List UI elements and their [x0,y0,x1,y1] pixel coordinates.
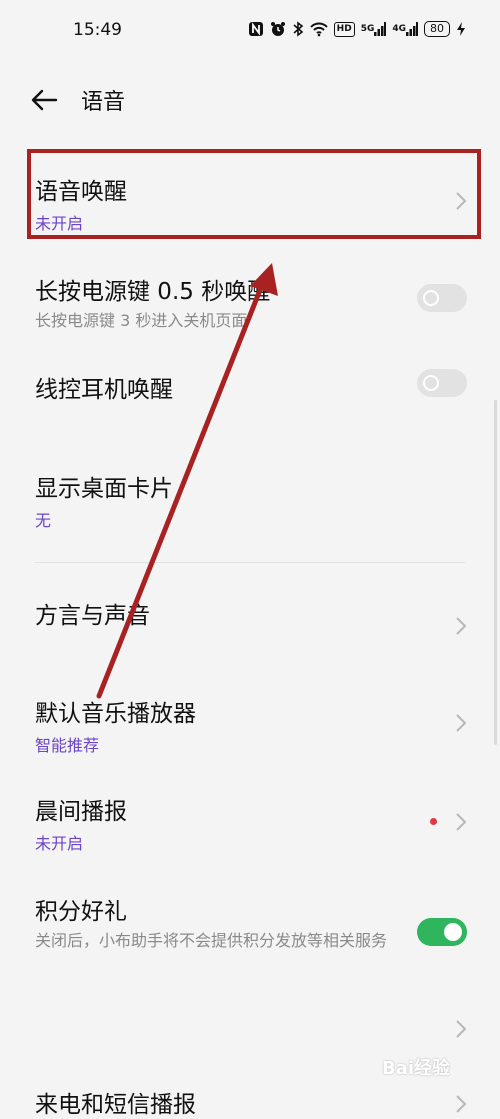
toggle-knob [444,923,462,941]
setting-subtitle: 未开启 [35,834,84,853]
setting-row-points[interactable]: 积分好礼 关闭后，小布助手将不会提供积分发放等相关服务 [0,880,500,990]
setting-title: 语音唤醒 [35,179,127,205]
setting-title: 线控耳机唤醒 [35,377,173,403]
battery-icon: 80 [424,21,450,37]
status-time: 15:49 [73,20,122,40]
chevron-right-icon [456,1020,467,1038]
status-icons: HD 5G 4G 80 [248,20,466,38]
wifi-icon [309,20,328,38]
headset-toggle[interactable] [417,369,467,397]
chevron-right-icon [456,192,467,210]
setting-subtitle: 长按电源键 3 秒进入关机页面 [35,311,248,330]
setting-subtitle: 关闭后，小布助手将不会提供积分发放等相关服务 [35,931,388,950]
toggle-knob [423,290,439,306]
setting-subtitle: 无 [35,511,52,530]
bluetooth-icon [292,20,304,38]
setting-row-morning[interactable]: 晨间播报 未开启 [0,780,500,870]
chevron-right-icon [456,714,467,732]
setting-subtitle: 未开启 [35,214,84,233]
setting-subtitle: 智能推荐 [35,736,100,755]
hd-icon: HD [333,21,355,37]
power-key-toggle[interactable] [417,284,467,312]
nfc-icon [248,20,264,38]
setting-title: 方言与声音 [35,603,150,629]
setting-row-dialect[interactable]: 方言与声音 [0,580,500,670]
watermark-logo: Bai经验 [382,1058,451,1079]
setting-title: 积分好礼 [35,899,127,925]
page-title: 语音 [81,90,126,115]
setting-row-music-player[interactable]: 默认音乐播放器 智能推荐 [0,680,500,775]
setting-row-headset[interactable]: 线控耳机唤醒 [0,356,500,416]
charging-icon [456,20,466,38]
setting-title: 晨间播报 [35,799,127,825]
status-bar: 15:49 HD 5G 4G 80 [0,0,500,64]
setting-row-calls[interactable]: 来电和短信播报 [0,1075,500,1118]
setting-title: 来电和短信播报 [35,1092,196,1118]
signal-5g-icon: 5G [361,20,387,38]
setting-title: 默认音乐播放器 [35,701,196,727]
setting-row-hidden[interactable] [0,1010,500,1050]
chevron-right-icon [456,1095,467,1113]
header [0,64,500,136]
signal-4g-icon: 4G [392,20,418,38]
setting-title: 长按电源键 0.5 秒唤醒 [35,279,271,305]
section-divider [35,562,465,563]
points-toggle[interactable] [417,918,467,946]
chevron-right-icon [456,617,467,635]
setting-row-voice-wake[interactable]: 语音唤醒 未开启 [0,152,500,240]
setting-row-power-key[interactable]: 长按电源键 0.5 秒唤醒 长按电源键 3 秒进入关机页面 [0,258,500,338]
alarm-icon [270,20,286,38]
new-badge-dot [430,818,437,825]
back-arrow-icon[interactable] [28,84,60,116]
scrollbar[interactable] [494,400,497,745]
chevron-right-icon [456,813,467,831]
setting-row-desktop-card[interactable]: 显示桌面卡片 无 [0,455,500,540]
toggle-knob [423,375,439,391]
setting-title: 显示桌面卡片 [35,476,173,502]
